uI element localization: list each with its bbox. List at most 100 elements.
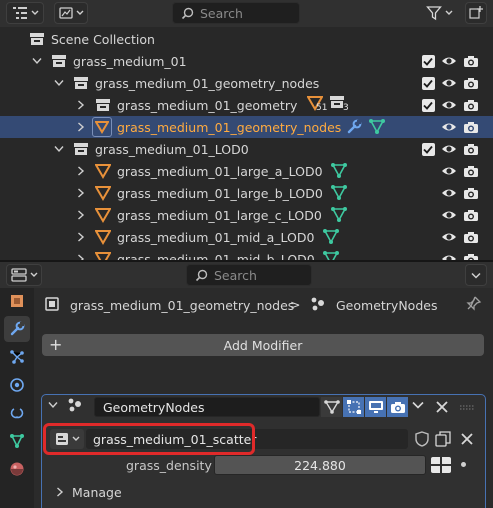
render-camera-icon[interactable] bbox=[462, 228, 480, 246]
visibility-eye-icon[interactable] bbox=[440, 52, 458, 70]
outliner-row-label: grass_medium_01_mid_b_LOD0 bbox=[117, 251, 315, 261]
modifier-name-field[interactable]: GeometryNodes bbox=[94, 397, 320, 417]
grass-density-field[interactable]: 224.880 bbox=[214, 455, 426, 475]
visibility-eye-icon[interactable] bbox=[440, 206, 458, 224]
mesh-data-icon[interactable] bbox=[322, 228, 340, 246]
tab-material[interactable] bbox=[4, 456, 30, 482]
mesh-data-icon[interactable] bbox=[322, 250, 340, 260]
badge-count: 3 bbox=[343, 103, 349, 113]
render-camera-icon[interactable] bbox=[462, 184, 480, 202]
outliner-row-object[interactable]: grass_medium_01_large_b_LOD0 bbox=[0, 182, 493, 204]
outliner-row-collection[interactable]: grass_medium_01_geometry_nodes bbox=[0, 72, 493, 94]
new-collection-button[interactable] bbox=[465, 2, 487, 24]
collection-children-badge[interactable]: 3 bbox=[329, 95, 351, 113]
tab-constraints[interactable] bbox=[4, 400, 30, 426]
outliner-row-collection[interactable]: grass_medium_01_geometry 51 3 bbox=[0, 94, 493, 116]
modifier-menu-chevron-icon[interactable] bbox=[412, 401, 424, 409]
render-camera-icon[interactable] bbox=[462, 118, 480, 136]
outliner-row-scene-collection[interactable]: Scene Collection bbox=[0, 28, 493, 50]
wrench-modifier-icon[interactable] bbox=[346, 119, 362, 135]
drag-handle-icon[interactable] bbox=[460, 405, 476, 411]
tab-data[interactable] bbox=[4, 428, 30, 454]
render-camera-icon[interactable] bbox=[462, 74, 480, 92]
outliner-row-label: Scene Collection bbox=[51, 31, 155, 47]
editor-type-button[interactable] bbox=[6, 2, 44, 24]
tab-modifiers[interactable] bbox=[4, 316, 30, 342]
exclude-checkbox[interactable] bbox=[419, 140, 437, 158]
render-camera-icon[interactable] bbox=[462, 140, 480, 158]
outliner-row-collection[interactable]: grass_medium_01_LOD0 bbox=[0, 138, 493, 160]
filter-button[interactable] bbox=[421, 2, 457, 24]
render-camera-icon[interactable] bbox=[462, 52, 480, 70]
expand-chevron-icon[interactable] bbox=[75, 209, 87, 221]
outliner-row-object[interactable]: grass_medium_01_large_c_LOD0 bbox=[0, 204, 493, 226]
manage-chevron-icon[interactable] bbox=[56, 487, 64, 497]
visibility-eye-icon[interactable] bbox=[440, 96, 458, 114]
render-camera-icon[interactable] bbox=[462, 162, 480, 180]
exclude-checkbox[interactable] bbox=[419, 52, 437, 70]
render-camera-icon[interactable] bbox=[462, 96, 480, 114]
outliner-row-object[interactable]: grass_medium_01_mid_b_LOD0 bbox=[0, 248, 493, 260]
render-toggle[interactable] bbox=[387, 397, 408, 417]
visibility-eye-icon[interactable] bbox=[440, 228, 458, 246]
outliner-row-collection[interactable]: grass_medium_01 bbox=[0, 50, 493, 72]
duplicate-node-group-button[interactable] bbox=[432, 429, 454, 449]
mesh-children-badge[interactable]: 51 bbox=[307, 95, 327, 113]
visibility-eye-icon[interactable] bbox=[440, 140, 458, 158]
expand-chevron-icon[interactable] bbox=[75, 231, 87, 243]
expand-chevron-icon[interactable] bbox=[75, 99, 87, 111]
collapse-chevron-icon[interactable] bbox=[48, 401, 58, 409]
visibility-eye-icon[interactable] bbox=[440, 162, 458, 180]
geometry-nodes-data-icon[interactable] bbox=[368, 118, 386, 136]
expand-chevron-icon[interactable] bbox=[75, 121, 87, 133]
outliner-row-object[interactable]: grass_medium_01_large_a_LOD0 bbox=[0, 160, 493, 182]
render-camera-icon[interactable] bbox=[462, 250, 480, 260]
checkmark-icon bbox=[421, 142, 435, 156]
collection-icon bbox=[96, 99, 110, 111]
breadcrumb-modifier: GeometryNodes bbox=[336, 298, 438, 313]
render-camera-icon[interactable] bbox=[462, 206, 480, 224]
tab-particles[interactable] bbox=[4, 344, 30, 370]
mesh-data-icon[interactable] bbox=[330, 162, 348, 180]
expand-chevron-icon[interactable] bbox=[31, 55, 43, 67]
edit-mode-toggle[interactable] bbox=[343, 397, 364, 417]
mesh-data-icon[interactable] bbox=[330, 184, 348, 202]
outliner-row-object[interactable]: grass_medium_01_mid_a_LOD0 bbox=[0, 226, 493, 248]
filter-icon bbox=[425, 6, 442, 21]
visibility-eye-icon[interactable] bbox=[440, 184, 458, 202]
attribute-toggle-icon[interactable] bbox=[431, 457, 451, 473]
unlink-node-group-button[interactable] bbox=[456, 429, 478, 449]
mesh-data-icon[interactable] bbox=[330, 206, 348, 224]
realtime-toggle[interactable] bbox=[365, 397, 386, 417]
expand-chevron-icon[interactable] bbox=[75, 253, 87, 260]
edit-mode-icon bbox=[346, 400, 361, 414]
outliner-search[interactable]: Search bbox=[172, 2, 300, 24]
tab-physics[interactable] bbox=[4, 372, 30, 398]
expand-chevron-icon[interactable] bbox=[75, 187, 87, 199]
input-label: grass_density bbox=[126, 458, 212, 473]
properties-search[interactable]: Search bbox=[186, 264, 312, 286]
expand-chevron-icon[interactable] bbox=[53, 77, 65, 89]
expand-chevron-icon[interactable] bbox=[53, 143, 65, 155]
keyframe-dot-icon[interactable] bbox=[461, 462, 466, 467]
manage-panel-label[interactable]: Manage bbox=[72, 485, 122, 500]
remove-modifier-button[interactable] bbox=[436, 401, 448, 413]
pin-icon[interactable] bbox=[466, 295, 482, 311]
particles-icon bbox=[10, 350, 24, 364]
shield-icon bbox=[415, 431, 429, 447]
edit-mode-cage-toggle[interactable] bbox=[321, 397, 342, 417]
exclude-checkbox[interactable] bbox=[419, 74, 437, 92]
expand-chevron-icon[interactable] bbox=[75, 165, 87, 177]
display-mode-button[interactable] bbox=[54, 2, 88, 24]
fake-user-button[interactable] bbox=[412, 429, 432, 449]
outliner-row-object-selected[interactable]: grass_medium_01_geometry_nodes bbox=[0, 116, 493, 138]
visibility-eye-icon[interactable] bbox=[440, 250, 458, 260]
visibility-eye-icon[interactable] bbox=[440, 118, 458, 136]
mesh-object-icon bbox=[95, 230, 111, 245]
editor-type-button[interactable] bbox=[6, 264, 42, 286]
options-dropdown-button[interactable] bbox=[465, 264, 487, 286]
add-modifier-button[interactable]: + Add Modifier bbox=[42, 334, 484, 356]
tab-object[interactable] bbox=[4, 288, 30, 314]
visibility-eye-icon[interactable] bbox=[440, 74, 458, 92]
exclude-checkbox[interactable] bbox=[419, 96, 437, 114]
